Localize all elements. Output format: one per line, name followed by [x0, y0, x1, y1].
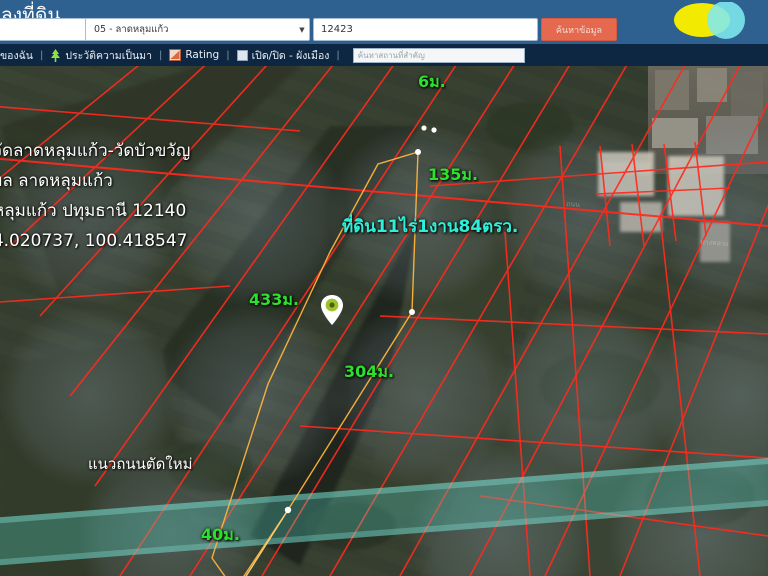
land-parcel-map-app: ถนน ทางหลวง ลวัดลาดหลุมแก้ว-วัดบัวขวัญ ำ… — [0, 0, 768, 576]
toolbar-separator: | — [226, 49, 230, 61]
landmark-search-input[interactable]: ค้นหาสถานที่สำคัญ — [352, 47, 525, 63]
district-select-value: 05 - ลาดหลุมแก้ว — [94, 24, 169, 35]
toolbar-label-city-plan: เปิด/ปิด - ผังเมือง — [251, 49, 330, 62]
toolbar-label-history: ประวัติความเป็นมา — [65, 49, 152, 62]
toolbar-separator: | — [336, 49, 340, 61]
svg-text:ถนน: ถนน — [566, 200, 581, 209]
toolbar-item-mine[interactable]: ของฉัน — [0, 47, 33, 64]
layer-toggle-icon — [236, 49, 248, 61]
chevron-down-icon: ▼ — [299, 25, 305, 34]
rating-icon — [169, 49, 182, 61]
toolbar-item-city-plan-toggle[interactable]: เปิด/ปิด - ผังเมือง — [236, 47, 330, 64]
toolbar-item-history[interactable]: ประวัติความเป็นมา — [50, 47, 152, 64]
map-imagery: ถนน ทางหลวง — [0, 66, 768, 576]
app-header: ปแปลงที่ดิน ▼ 05 - ลาดหลุมแก้ว ▼ 12423 ค… — [0, 0, 768, 44]
search-button[interactable]: ค้นหาข้อมูล — [541, 18, 617, 41]
satellite-map-canvas[interactable]: ถนน ทางหลวง ลวัดลาดหลุมแก้ว-วัดบัวขวัญ ำ… — [0, 66, 768, 576]
toolbar-separator: | — [39, 49, 44, 61]
parcel-number-input[interactable]: 12423 — [313, 18, 538, 41]
toolbar-separator: | — [158, 49, 163, 61]
district-select[interactable]: 05 - ลาดหลุมแก้ว ▼ — [85, 18, 310, 41]
app-logo — [674, 2, 745, 39]
tree-icon — [50, 48, 61, 62]
toolbar-item-rating[interactable]: Rating — [169, 49, 219, 61]
toolbar-label-rating: Rating — [185, 49, 220, 61]
search-controls-row: ▼ 05 - ลาดหลุมแก้ว ▼ 12423 ค้นหาข้อมูล — [0, 18, 768, 42]
toolbar-label-mine: ของฉัน — [0, 49, 33, 62]
map-toolbar: ของฉัน | ประวัติความเป็นมา | Rating | เป… — [0, 44, 768, 66]
